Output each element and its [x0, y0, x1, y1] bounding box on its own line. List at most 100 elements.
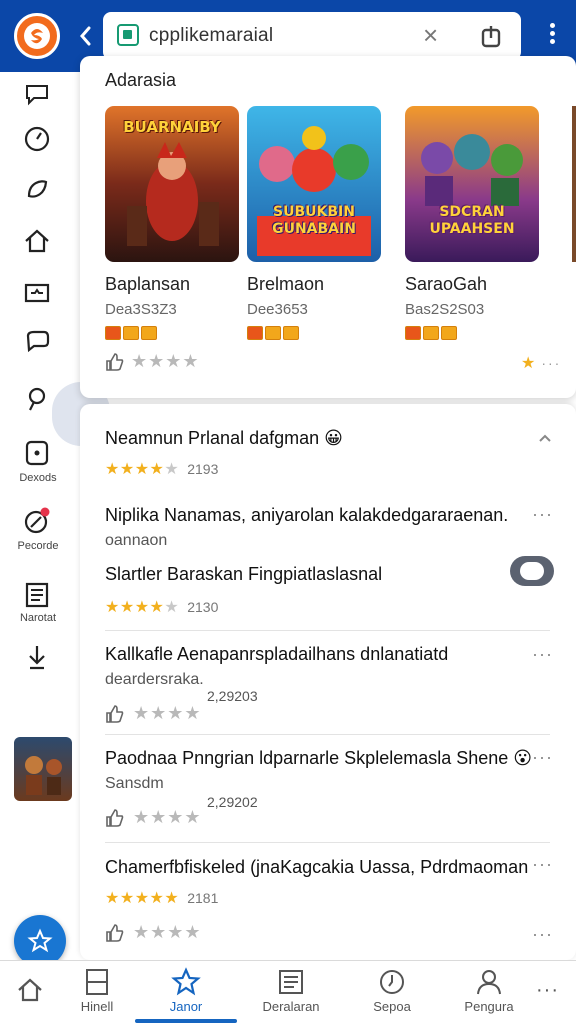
divider [105, 842, 550, 843]
rating-count: 2130 [187, 599, 219, 615]
chevron-up-icon[interactable] [538, 430, 552, 442]
nav-janor[interactable]: Janor [141, 967, 231, 1014]
game-card[interactable]: SUBUKBIN GUNABAIN Brelmaon Dee3653 [247, 106, 381, 340]
pin-icon[interactable] [22, 384, 52, 414]
item-title: Neamnun Prlanal dafgman 😀 [105, 428, 343, 448]
game-title: Brelmaon [247, 274, 325, 294]
chevron-left-icon [80, 26, 91, 46]
badge-icon [405, 326, 421, 340]
list-item[interactable]: Niplika Nanamas, aniyarolan kalakdedgara… [105, 505, 545, 550]
share-icon[interactable] [480, 24, 502, 48]
game-card-peek [572, 106, 576, 262]
sidebar-label-narotat[interactable]: Narotat [0, 612, 76, 624]
more-options-icon[interactable]: ··· [532, 924, 553, 945]
more-options-icon[interactable]: ··· [532, 854, 553, 875]
game-art-text: BUARNAIBY [123, 118, 221, 136]
card-rating-row[interactable]: ★★★★ [105, 351, 200, 372]
list-item[interactable]: Neamnun Prlanal dafgman 😀 ★★★★★ 2193 [105, 428, 545, 479]
item-title: Slartler Baraskan Fingpiatlaslasnal [105, 564, 383, 584]
nav-pengura[interactable]: Pengura [444, 967, 534, 1014]
toggle-switch[interactable] [510, 556, 554, 586]
badge-icon [441, 326, 457, 340]
leaf-icon[interactable] [22, 174, 52, 204]
rating-stars[interactable]: ★★★★ [133, 922, 202, 943]
logo-icon [24, 23, 50, 49]
rating-stars[interactable]: ★★★★ [131, 351, 200, 372]
list-item[interactable]: Slartler Baraskan Fingpiatlaslasnal ★★★★… [105, 564, 545, 617]
game-card[interactable]: BUARNAIBY Baplansan Dea3S3Z3 [105, 106, 239, 340]
review-list: Neamnun Prlanal dafgman 😀 ★★★★★ 2193 Nip… [80, 404, 576, 960]
thumb-up-icon[interactable] [105, 923, 125, 943]
square-icon[interactable] [22, 438, 52, 468]
home-icon[interactable] [22, 226, 52, 256]
list-item[interactable]: Kallkafle Aenapanrspladailhans dnlanatia… [105, 644, 545, 724]
star-icon: ★ [521, 355, 536, 372]
item-title: Niplika Nanamas, aniyarolan kalakdedgara… [105, 505, 509, 525]
thumb-up-icon[interactable] [105, 704, 125, 724]
nav-label: Deralaran [262, 999, 320, 1014]
star-rating-icon: ★★★★★ [105, 890, 180, 907]
star-rating-icon: ★★★★★ [105, 461, 180, 478]
message-icon[interactable] [22, 78, 52, 108]
item-rating: ★★★★ [105, 807, 545, 828]
more-options-icon[interactable]: ··· [532, 644, 553, 665]
thumb-up-icon[interactable] [105, 808, 125, 828]
game-thumbnail[interactable] [14, 737, 72, 801]
sidebar-label-pecorde[interactable]: Pecorde [0, 540, 76, 552]
app-logo[interactable] [14, 13, 60, 59]
featured-card: Adarasia BUARNAIBY Baplansan Dea3S3Z3 SU… [80, 56, 576, 398]
close-icon[interactable]: × [423, 22, 438, 48]
tablet-icon [86, 969, 108, 995]
game-art-text: SDCRAN UPAAHSEN [429, 204, 515, 237]
badge-icon [423, 326, 439, 340]
sidebar-label-dexods[interactable]: Dexods [0, 472, 76, 484]
list-item[interactable]: Paodnaa Pnngrian ldparnarle Skplelemasla… [105, 748, 545, 828]
back-button[interactable] [74, 22, 96, 50]
nav-sepoa[interactable]: Sepoa [347, 967, 437, 1014]
game-subtitle: Dea3S3Z3 [105, 301, 177, 318]
more-icon[interactable]: ··· [541, 355, 561, 371]
thumb-up-icon[interactable] [105, 352, 125, 372]
address-bar[interactable]: cpplikemaraial × [103, 12, 521, 60]
more-icon[interactable]: ··· [536, 979, 559, 1002]
star-icon [27, 928, 53, 953]
person-icon [477, 970, 501, 995]
rating-count: 2193 [187, 461, 219, 477]
download-icon[interactable] [22, 642, 52, 672]
divider [105, 734, 550, 735]
rating-peek: ★ ··· [521, 353, 561, 373]
game-card[interactable]: SDCRAN UPAAHSEN SaraoGah Bas2S2S03 [405, 106, 539, 340]
badge-icon [141, 326, 157, 340]
nav-hinell[interactable]: Hinell [52, 967, 142, 1014]
more-options-icon[interactable]: ··· [532, 504, 553, 525]
section-title: Adarasia [105, 70, 177, 90]
notification-icon[interactable] [22, 506, 52, 536]
badge-icon [247, 326, 263, 340]
chat-icon[interactable] [22, 326, 52, 356]
item-rating: ★★★★★ 2130 [105, 597, 545, 617]
item-subtitle: oannaon [105, 532, 168, 549]
list-item[interactable]: Chamerfbfiskeled (jnaKagcakia Uassa, Pdr… [105, 857, 545, 943]
clock-icon [380, 970, 404, 994]
rating-stars[interactable]: ★★★★ [133, 703, 202, 724]
game-subtitle: Dee3653 [247, 301, 308, 318]
more-options-icon[interactable]: ··· [532, 747, 553, 768]
nav-deralaran[interactable]: Deralaran [246, 967, 336, 1014]
game-title: Baplansan [105, 274, 191, 294]
item-rating: ★★★★★ 2181 [105, 888, 545, 908]
url-text[interactable]: cpplikemaraial [149, 25, 273, 47]
clock-icon[interactable] [22, 124, 52, 154]
rating-stars[interactable]: ★★★★ [133, 807, 202, 828]
badge-icon [105, 326, 121, 340]
inbox-icon[interactable] [22, 278, 52, 308]
bottom-navigation: Hinell Janor Deralaran Sepoa Pengura ··· [0, 960, 576, 1024]
item-date: 2,29203 [207, 688, 258, 704]
kebab-menu-icon[interactable] [542, 20, 562, 50]
document-icon[interactable] [22, 580, 52, 610]
item-rating: ★★★★ [105, 922, 545, 943]
game-art: SUBUKBIN GUNABAIN [247, 106, 381, 262]
nav-label: Janor [169, 999, 203, 1014]
item-title: Paodnaa Pnngrian ldparnarle Skplelemasla… [105, 748, 533, 768]
game-art: BUARNAIBY [105, 106, 239, 262]
item-title: Chamerfbfiskeled (jnaKagcakia Uassa, Pdr… [105, 857, 529, 877]
